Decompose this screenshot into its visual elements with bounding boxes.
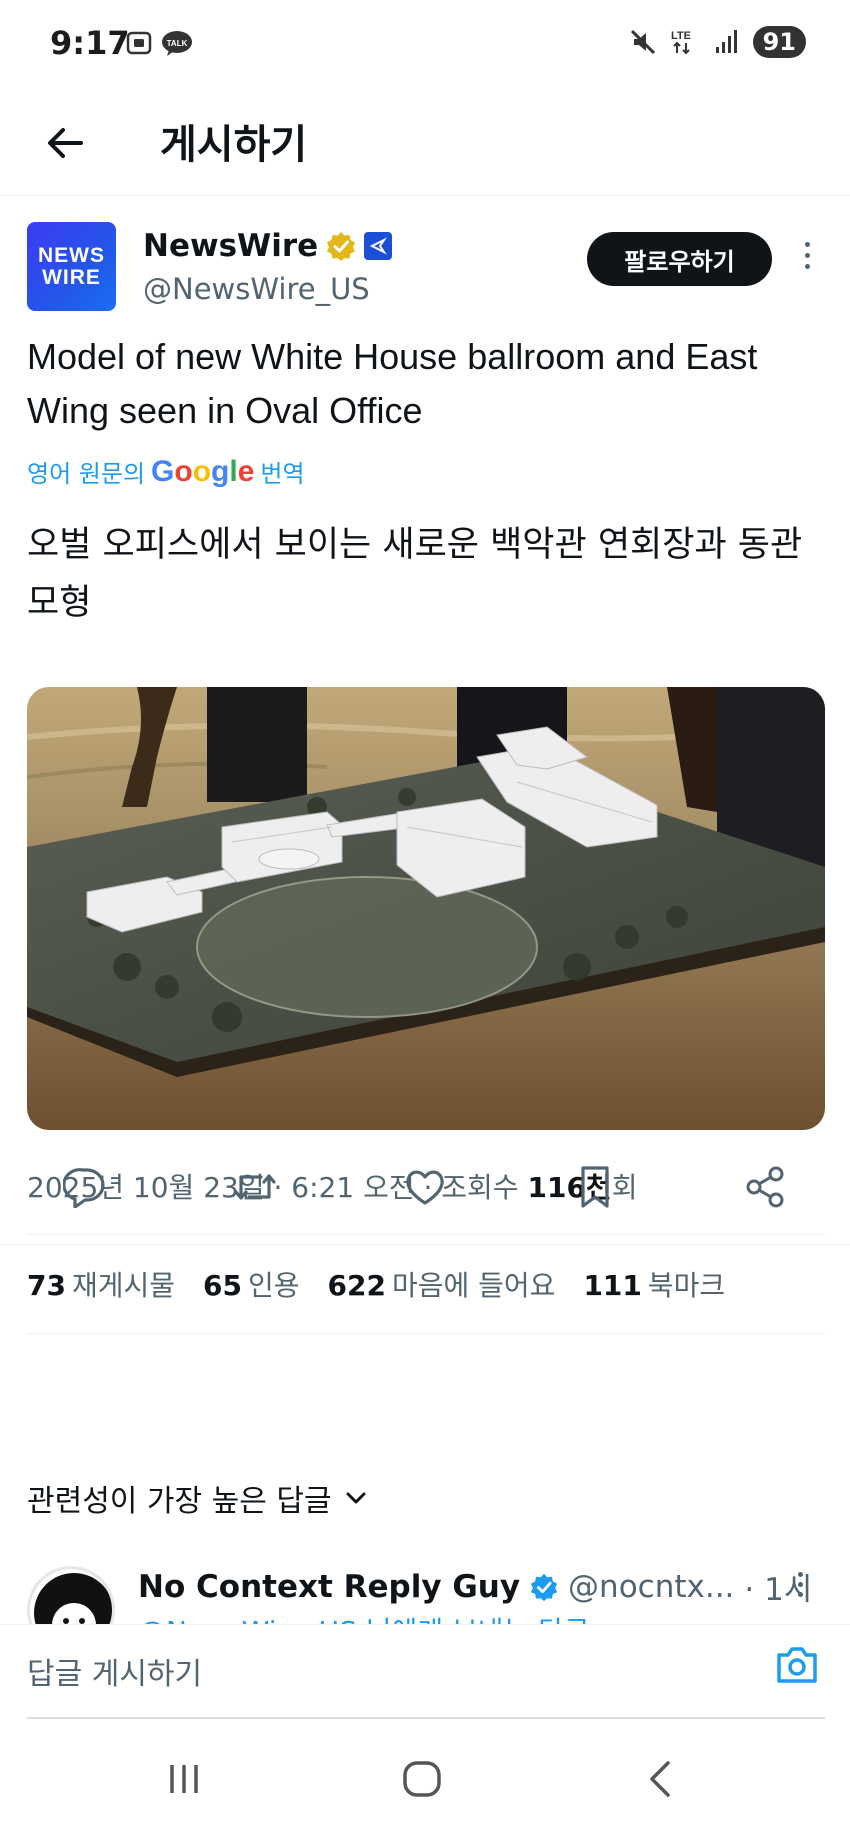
mute-icon <box>630 29 655 55</box>
avatar-line1: NEWS <box>38 243 105 267</box>
share-icon <box>746 1166 784 1208</box>
status-bar: 9:17 TALK LTE 91 <box>0 0 850 90</box>
reply-author-name[interactable]: No Context Reply Guy <box>138 1569 520 1605</box>
reply-button[interactable] <box>60 1162 110 1212</box>
divider <box>27 1234 825 1235</box>
more-options-button[interactable] <box>795 242 819 282</box>
author-avatar[interactable]: NEWS WIRE <box>27 222 116 311</box>
author-name-row[interactable]: NewsWire <box>143 228 393 264</box>
more-dot-icon <box>804 264 810 269</box>
chevron-down-icon <box>346 1492 366 1504</box>
svg-text:TALK: TALK <box>167 39 188 48</box>
tweet-media-image[interactable] <box>27 687 825 1130</box>
translated-text: 오벌 오피스에서 보이는 새로운 백악관 연회장과 동관 모형 <box>27 525 803 623</box>
system-back-button[interactable] <box>630 1754 690 1804</box>
stat-bookmarks[interactable]: 111 북마크 <box>583 1264 725 1304</box>
white-house-model-photo <box>27 687 825 1130</box>
more-dot-icon <box>798 1592 803 1597</box>
arrow-left-icon <box>48 128 83 158</box>
follow-button[interactable]: 팔로우하기 <box>587 232 772 286</box>
bookmark-button[interactable] <box>570 1162 620 1212</box>
chevron-left-icon <box>650 1761 670 1797</box>
engagement-stats: 73 재게시물 65 인용 622 마음에 들어요 111 북마크 <box>27 1264 725 1304</box>
repost-button[interactable] <box>230 1162 280 1212</box>
reply-item[interactable]: No Context Reply Guy @nocntx... · 1시 @Ne… <box>0 1544 850 1624</box>
reply-author-handle[interactable]: @nocntx... <box>568 1569 734 1605</box>
tweet-text: Model of new White House ballroom and Ea… <box>27 336 758 431</box>
stat-quotes[interactable]: 65 인용 <box>203 1264 300 1304</box>
reply-header: No Context Reply Guy @nocntx... · 1시 <box>138 1564 812 1609</box>
translate-prefix: 영어 원문의 <box>27 460 146 488</box>
screenshot-icon <box>126 31 152 55</box>
bookmark-icon <box>581 1166 609 1208</box>
divider <box>27 1333 825 1334</box>
reply-sort-label: 관련성이 가장 높은 답글 <box>27 1484 332 1519</box>
system-nav-bar <box>0 1722 850 1842</box>
lte-icon: LTE <box>671 30 691 55</box>
more-dot-icon <box>798 1572 803 1577</box>
reply-more-button[interactable] <box>798 1572 803 1597</box>
recent-apps-button[interactable] <box>154 1754 214 1804</box>
stat-likes[interactable]: 622 마음에 들어요 <box>328 1264 556 1304</box>
status-time: 9:17 <box>50 24 130 62</box>
google-logo-icon: Google <box>151 454 255 488</box>
share-button[interactable] <box>740 1162 790 1212</box>
verified-blue-icon <box>530 1573 558 1601</box>
author-name: NewsWire <box>143 228 319 264</box>
more-dot-icon <box>804 253 810 258</box>
camera-icon <box>777 1647 817 1683</box>
affiliate-badge-icon <box>364 232 393 260</box>
reply-context: @NewsWire_US 님에게 보내는 답글 <box>138 1610 590 1624</box>
talk-icon: TALK <box>162 31 192 56</box>
battery-indicator: 91 <box>752 26 806 58</box>
reply-avatar[interactable] <box>27 1566 115 1624</box>
back-button[interactable] <box>40 118 90 168</box>
more-dot-icon <box>798 1582 803 1587</box>
reply-sort-dropdown[interactable]: 관련성이 가장 높은 답글 <box>27 1476 368 1520</box>
like-button[interactable] <box>400 1162 450 1212</box>
heart-icon <box>406 1170 444 1205</box>
status-left-icons: TALK <box>125 30 193 56</box>
top-app-bar: 게시하기 <box>0 90 850 196</box>
reply-compose-bar: 답글 게시하기 <box>0 1624 850 1719</box>
section-divider <box>0 1244 850 1245</box>
page-title: 게시하기 <box>160 122 308 168</box>
tweet-action-bar <box>0 1162 850 1222</box>
author-handle[interactable]: @NewsWire_US <box>143 272 370 306</box>
svg-text:LTE: LTE <box>671 30 691 42</box>
signal-icon <box>715 30 737 53</box>
home-button[interactable] <box>392 1754 452 1804</box>
status-right-icons: LTE 91 <box>629 26 806 58</box>
verified-gold-icon <box>327 232 356 261</box>
recent-apps-icon <box>170 1765 198 1793</box>
stat-reposts[interactable]: 73 재게시물 <box>27 1264 175 1304</box>
reply-icon <box>63 1168 105 1208</box>
camera-button[interactable] <box>773 1643 821 1691</box>
reply-input[interactable]: 답글 게시하기 <box>27 1649 202 1693</box>
compose-underline <box>27 1717 825 1719</box>
no-context-logo-icon <box>34 1573 112 1624</box>
translate-suffix: 번역 <box>260 460 305 488</box>
home-icon <box>403 1761 441 1797</box>
translation-attribution[interactable]: 영어 원문의 Google 번역 <box>27 454 305 489</box>
more-dot-icon <box>804 242 810 247</box>
repost-icon <box>234 1174 276 1200</box>
avatar-line2: WIRE <box>42 265 101 289</box>
